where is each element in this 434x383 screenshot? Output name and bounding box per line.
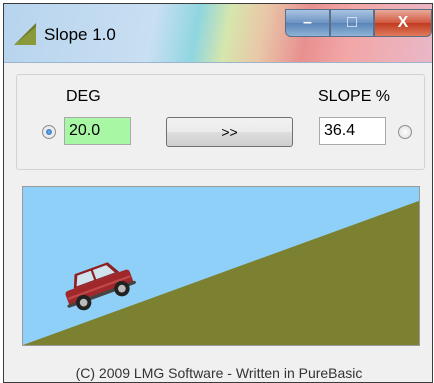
slope-label: SLOPE % [318, 88, 391, 105]
slope-input[interactable]: 36.4 [319, 117, 386, 145]
slope-illustration [23, 187, 419, 345]
slope-scene [22, 186, 420, 346]
copyright-footer: (C) 2009 LMG Software - Written in PureB… [75, 365, 363, 381]
window-title: Slope 1.0 [44, 25, 116, 44]
slope-app-icon [14, 23, 36, 45]
slope-radio[interactable] [398, 125, 412, 139]
convert-button[interactable]: >> [166, 117, 293, 147]
title-bar[interactable]: Slope 1.0 – □ X [4, 4, 432, 63]
deg-radio[interactable] [42, 125, 56, 139]
app-window: Slope 1.0 – □ X DEG 20.0 >> SLOPE % 36.4 [3, 3, 433, 383]
close-button[interactable]: X [374, 9, 432, 37]
close-icon: X [397, 14, 409, 31]
deg-input[interactable]: 20.0 [64, 117, 131, 145]
deg-label: DEG [66, 88, 101, 105]
minimize-icon: – [303, 14, 312, 31]
minimize-button[interactable]: – [285, 9, 330, 37]
maximize-icon: □ [347, 14, 357, 31]
maximize-button[interactable]: □ [330, 9, 374, 37]
